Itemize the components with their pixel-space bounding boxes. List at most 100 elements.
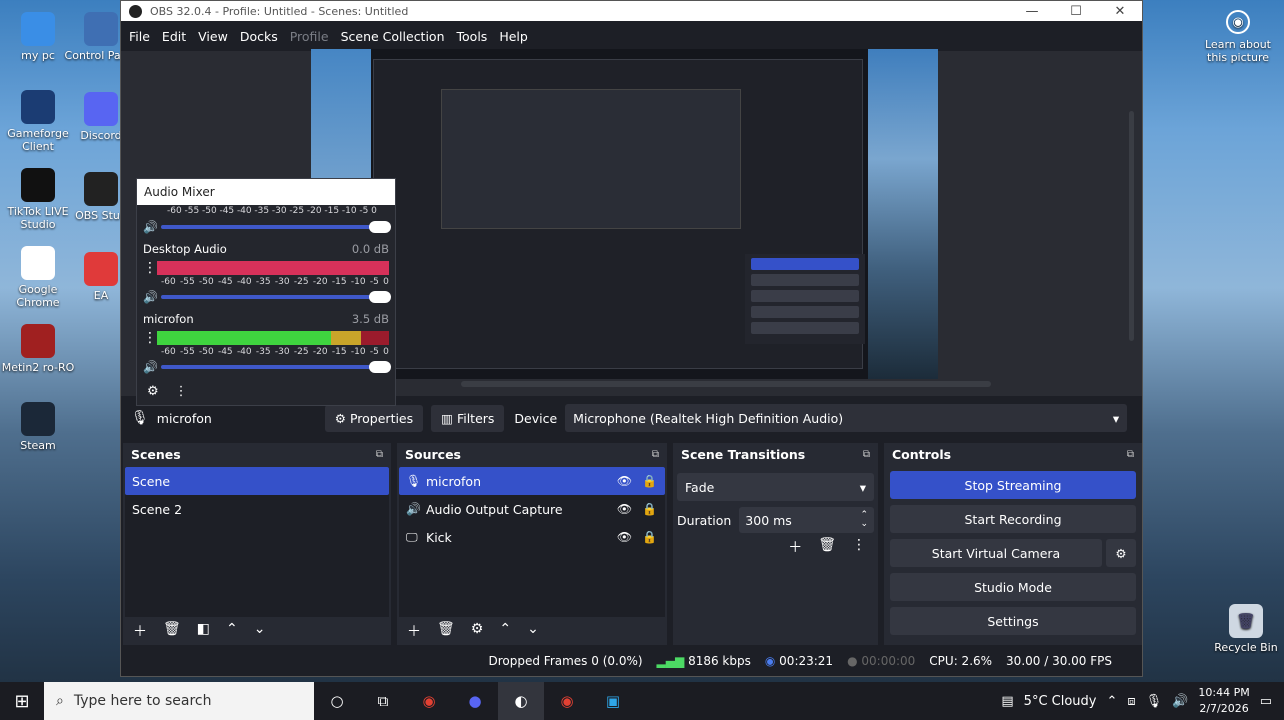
preview-vertical-scrollbar[interactable] <box>1129 111 1134 341</box>
menu-tools[interactable]: Tools <box>451 29 494 44</box>
obs-taskbar-icon[interactable]: ◐ <box>498 682 544 720</box>
menu-help[interactable]: Help <box>493 29 534 44</box>
meter-scale-tick: 0 <box>383 347 389 357</box>
start-virtual-camera-button[interactable]: Start Virtual Camera <box>890 539 1102 567</box>
desktop-icon-5[interactable]: Steam <box>0 402 76 452</box>
chrome-taskbar-icon-2[interactable]: ◉ <box>544 682 590 720</box>
volume-icon[interactable]: 🔊 <box>1172 694 1188 709</box>
add-icon[interactable]: ＋ <box>407 621 421 641</box>
meter-scale-tick: -35 <box>254 206 270 216</box>
source-item[interactable]: 🖵 Kick 👁 🔒 <box>399 523 665 551</box>
move-up-icon[interactable]: ⌃ <box>226 621 238 641</box>
filters-button[interactable]: ▥ Filters <box>431 404 505 432</box>
volume-slider[interactable] <box>161 361 391 373</box>
app-taskbar-icon[interactable]: ▣ <box>590 682 636 720</box>
lock-icon[interactable]: 🔒 <box>642 474 657 488</box>
taskbar-search[interactable]: ⌕ Type here to search <box>44 682 314 720</box>
widgets-icon[interactable]: ⧉ <box>360 682 406 720</box>
volume-slider[interactable] <box>161 291 391 303</box>
menu-view[interactable]: View <box>192 29 234 44</box>
undock-icon[interactable]: ⧉ <box>1127 449 1134 460</box>
duration-spinbox[interactable]: 300 ms ⌃ ⌄ <box>739 507 874 533</box>
source-item[interactable]: 🔊 Audio Output Capture 👁 🔒 <box>399 495 665 523</box>
desktop-icon-4[interactable]: Metin2 ro-RO <box>0 324 76 374</box>
device-select[interactable]: Microphone (Realtek High Definition Audi… <box>565 404 1128 432</box>
steam-icon <box>21 402 55 436</box>
gear-icon[interactable]: ⚙ <box>1106 539 1136 567</box>
tiktok-icon <box>21 168 55 202</box>
more-options-icon[interactable]: ⋮ <box>143 330 157 346</box>
learn-about-picture-link[interactable]: ◉ Learn about this picture <box>1198 10 1278 64</box>
filter-icon[interactable]: ◧ <box>197 621 210 641</box>
weather-icon[interactable]: ▤ <box>1001 694 1013 709</box>
minimize-icon[interactable]: — <box>1010 4 1054 19</box>
trash-icon[interactable]: 🗑 <box>818 537 836 557</box>
gear-icon[interactable]: ⚙ <box>471 621 484 641</box>
meter-scale-tick: 0 <box>383 277 389 287</box>
scene-item[interactable]: Scene 2 <box>125 495 389 523</box>
windows-start-icon[interactable]: ⊞ <box>0 691 44 712</box>
window-title: OBS 32.0.4 - Profile: Untitled - Scenes:… <box>150 4 409 18</box>
transition-select[interactable]: Fade ▾ <box>677 473 874 501</box>
meter-scale-tick: -15 <box>324 206 340 216</box>
recycle-bin-desktop-icon[interactable]: 🗑 Recycle Bin <box>1208 604 1284 654</box>
mixer-settings-icon[interactable]: ⚙ <box>147 384 159 399</box>
network-icon[interactable]: ⧈ <box>1127 694 1135 709</box>
undock-icon[interactable]: ⧉ <box>652 449 659 460</box>
menu-profile[interactable]: Profile <box>284 29 335 44</box>
scene-item[interactable]: Scene <box>125 467 389 495</box>
speaker-icon[interactable]: 🔊 <box>143 290 161 304</box>
properties-button[interactable]: ⚙ Properties <box>324 404 424 432</box>
lock-icon[interactable]: 🔒 <box>642 530 657 544</box>
move-up-icon[interactable]: ⌃ <box>499 621 511 641</box>
studio-mode-button[interactable]: Studio Mode <box>890 573 1136 601</box>
visibility-eye-icon[interactable]: 👁 <box>617 474 632 488</box>
meter-scale-tick: -60 <box>161 277 176 287</box>
menu-file[interactable]: File <box>123 29 156 44</box>
meter-scale-tick: -40 <box>236 347 252 357</box>
more-options-icon[interactable]: ⋮ <box>175 384 188 399</box>
trash-icon[interactable]: 🗑 <box>163 621 181 641</box>
more-options-icon[interactable]: ⋮ <box>143 260 157 276</box>
meter-scale: -60 -55 -50 -45 -40 -35 -30 -25 -20 -15 -10 -5 0 <box>143 347 389 357</box>
start-recording-button[interactable]: Start Recording <box>890 505 1136 533</box>
system-tray: ▤ 5°C Cloudy ⌃ ⧈ 🎙 🔊 10:44 PM 2/7/2026 ▭ <box>1001 685 1284 717</box>
volume-slider[interactable] <box>161 221 391 233</box>
undock-icon[interactable]: ⧉ <box>376 449 383 460</box>
discord-taskbar-icon[interactable]: ● <box>452 682 498 720</box>
maximize-icon[interactable]: ☐ <box>1054 4 1098 19</box>
source-item[interactable]: 🎙 microfon 👁 🔒 <box>399 467 665 495</box>
lock-icon[interactable]: 🔒 <box>642 502 657 516</box>
add-icon[interactable]: ＋ <box>133 621 147 641</box>
add-transition-icon[interactable]: ＋ <box>788 537 802 557</box>
meter-scale-tick: -60 <box>161 347 176 357</box>
chevron-up-icon[interactable]: ⌃ <box>1106 694 1117 709</box>
visibility-eye-icon[interactable]: 👁 <box>617 530 632 544</box>
task-view-icon[interactable]: ○ <box>314 682 360 720</box>
chevron-down-icon: ▾ <box>1112 410 1120 426</box>
scenes-list: Scene Scene 2 <box>125 467 389 617</box>
clock[interactable]: 10:44 PM 2/7/2026 <box>1198 685 1249 717</box>
move-down-icon[interactable]: ⌄ <box>254 621 266 641</box>
more-options-icon[interactable]: ⋮ <box>852 537 866 557</box>
settings-button[interactable]: Settings <box>890 607 1136 635</box>
notifications-icon[interactable]: ▭ <box>1260 694 1272 709</box>
spin-arrows-icon[interactable]: ⌃ ⌄ <box>860 511 868 529</box>
chrome-taskbar-icon[interactable]: ◉ <box>406 682 452 720</box>
microphone-tray-icon[interactable]: 🎙 <box>1146 694 1163 709</box>
stop-streaming-button[interactable]: Stop Streaming <box>890 471 1136 499</box>
visibility-eye-icon[interactable]: 👁 <box>617 502 632 516</box>
meter-scale-tick: -50 <box>201 206 217 216</box>
close-icon[interactable]: ✕ <box>1098 4 1142 19</box>
preview-horizontal-scrollbar[interactable] <box>461 381 991 387</box>
undock-icon[interactable]: ⧉ <box>863 449 870 460</box>
menu-edit[interactable]: Edit <box>156 29 192 44</box>
meter-scale-tick: 0 <box>371 206 377 216</box>
menu-scene-collection[interactable]: Scene Collection <box>335 29 451 44</box>
speaker-icon[interactable]: 🔊 <box>143 220 161 234</box>
menu-docks[interactable]: Docks <box>234 29 284 44</box>
weather-text[interactable]: 5°C Cloudy <box>1024 694 1097 709</box>
trash-icon[interactable]: 🗑 <box>437 621 455 641</box>
speaker-icon[interactable]: 🔊 <box>143 360 161 374</box>
move-down-icon[interactable]: ⌄ <box>527 621 539 641</box>
